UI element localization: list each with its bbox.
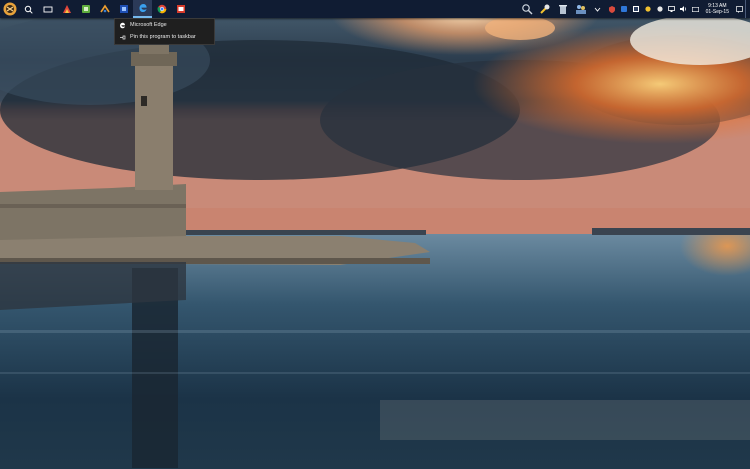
taskbar-app-2[interactable]: [76, 0, 95, 18]
task-view-icon: [43, 6, 52, 12]
taskbar-app-1[interactable]: [57, 0, 76, 18]
system-tray: 9:13 AM 01-Sep-15: [518, 0, 750, 18]
app-icon-red: [176, 5, 185, 13]
tray-app-b[interactable]: [619, 0, 629, 18]
tray-volume[interactable]: [679, 0, 689, 18]
tray-app-e[interactable]: [655, 0, 665, 18]
search-button[interactable]: [19, 0, 38, 18]
chrome-icon: [157, 4, 166, 14]
notification-icon: [735, 5, 743, 13]
app-icon-2: [81, 5, 90, 13]
tray-people[interactable]: [573, 0, 589, 18]
magnifier-icon: [521, 4, 533, 15]
tray-app-a[interactable]: [607, 0, 617, 18]
keyboard-icon: [692, 6, 700, 12]
taskbar-app-microsoft-edge[interactable]: [133, 0, 152, 18]
chevron-up-icon: [594, 7, 601, 12]
tray-network[interactable]: [667, 0, 677, 18]
taskbar-app-5[interactable]: [171, 0, 190, 18]
search-icon: [24, 5, 33, 14]
start-button-icon: [3, 2, 16, 16]
tray-search-tool[interactable]: [519, 0, 535, 18]
jump-list-menu: Microsoft Edge Pin this program to taskb…: [114, 18, 215, 45]
tray-recycle-bin[interactable]: [555, 0, 571, 18]
taskbar-app-chrome[interactable]: [152, 0, 171, 18]
globe-icon: [657, 6, 663, 12]
taskbar-clock[interactable]: 9:13 AM 01-Sep-15: [702, 0, 733, 18]
tray-tool-2[interactable]: [537, 0, 553, 18]
tools-icon: [539, 4, 550, 14]
network-icon: [668, 6, 676, 12]
app-icon-1: [62, 5, 71, 13]
clock-date: 01-Sep-15: [705, 9, 729, 15]
edge-icon: [119, 22, 126, 29]
taskbar-app-3[interactable]: [95, 0, 114, 18]
jump-list-item-label: Pin this program to taskbar: [130, 34, 196, 40]
app-icon-3: [99, 4, 110, 13]
app-icon-4: [119, 5, 128, 13]
desktop-wallpaper: [0, 0, 750, 469]
shield-icon: [608, 5, 615, 13]
bluetooth-icon: [620, 6, 627, 12]
tray-app-d[interactable]: [643, 0, 653, 18]
jump-list-item-label: Microsoft Edge: [130, 22, 167, 28]
action-center-button[interactable]: [734, 0, 744, 18]
people-icon: [575, 5, 586, 14]
taskbar-app-4[interactable]: [114, 0, 133, 18]
recycle-bin-icon: [558, 5, 567, 14]
taskbar: 9:13 AM 01-Sep-15: [0, 0, 750, 18]
jump-list-item-pin[interactable]: Pin this program to taskbar: [115, 31, 214, 43]
grid-icon: [632, 6, 639, 12]
start-button[interactable]: [0, 0, 19, 18]
speaker-icon: [680, 6, 687, 12]
pin-icon: [119, 34, 126, 41]
sun-icon: [645, 6, 651, 12]
microsoft-edge-icon: [139, 4, 147, 12]
show-desktop-button[interactable]: [745, 0, 750, 18]
jump-list-item-app[interactable]: Microsoft Edge: [115, 19, 214, 31]
tray-app-c[interactable]: [631, 0, 641, 18]
task-view-button[interactable]: [38, 0, 57, 18]
tray-overflow-button[interactable]: [591, 0, 605, 18]
tray-keyboard[interactable]: [691, 0, 701, 18]
